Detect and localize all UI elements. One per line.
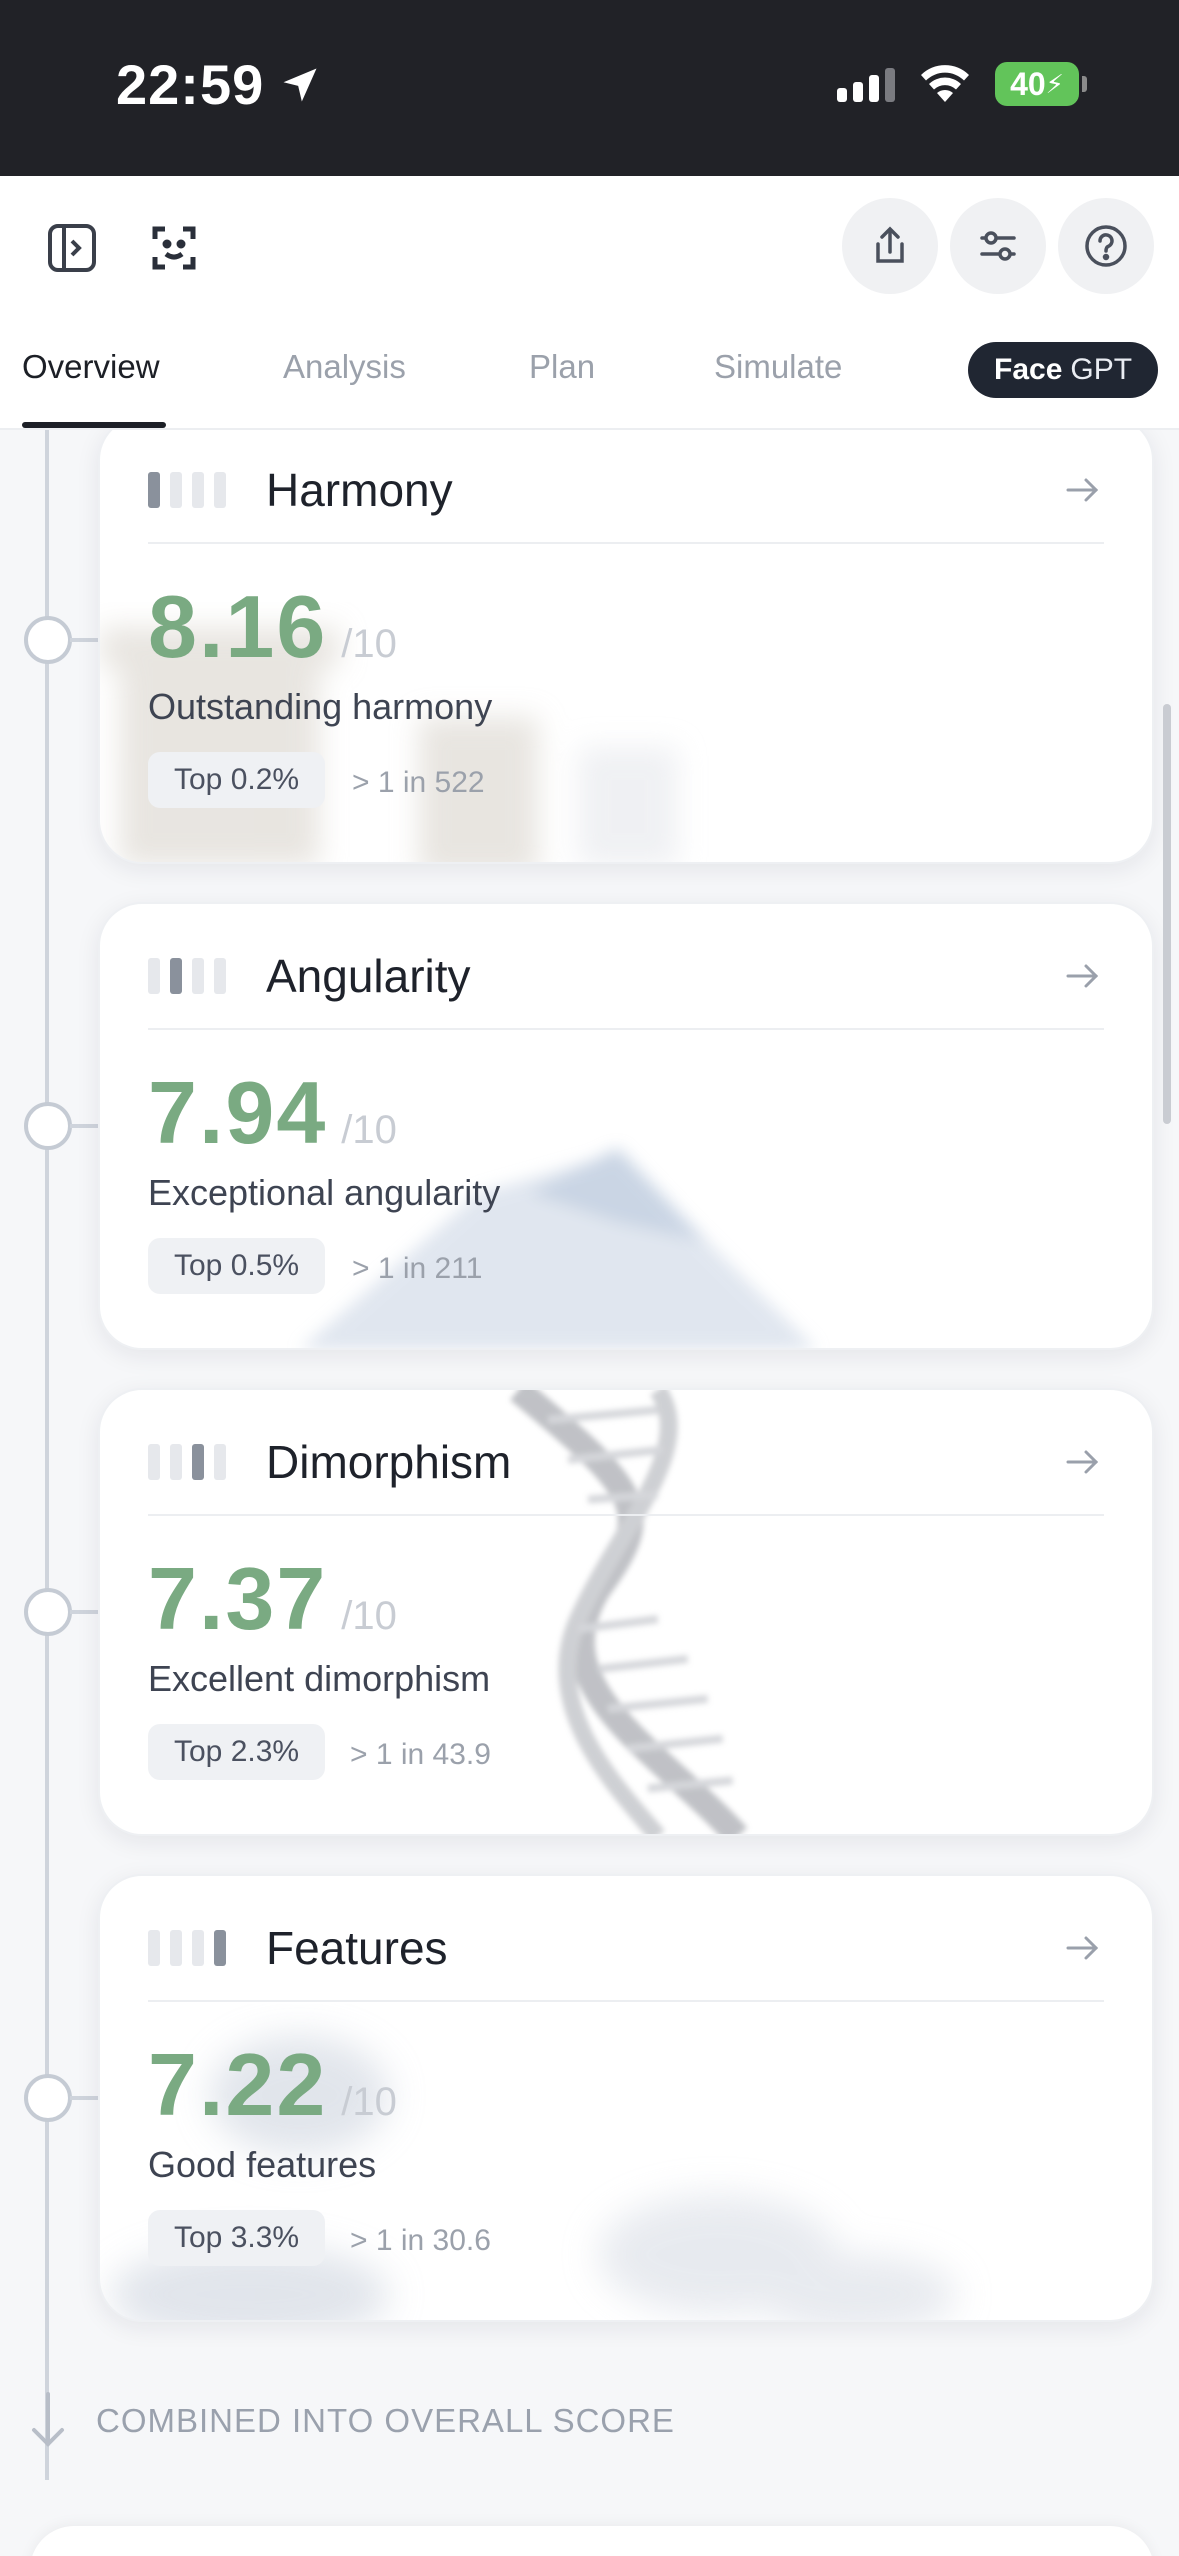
card-header: Features — [148, 1908, 1104, 1988]
share-icon — [876, 226, 904, 263]
percentile-badge: Top 2.3% — [148, 1724, 326, 1780]
arrow-right-icon[interactable] — [1060, 1440, 1104, 1484]
timeline-node — [24, 1102, 72, 1150]
status-bar: 22:59 40 ⚡ — [0, 0, 1179, 176]
percentile-badge: Top 0.5% — [148, 1238, 326, 1294]
harmony-card[interactable]: Harmony 8.16 /10 Outstanding harmony Top… — [98, 430, 1154, 864]
level-indicator-icon — [148, 958, 226, 994]
timeline-node — [24, 1588, 72, 1636]
arrow-down-icon — [32, 2392, 64, 2447]
overall-score-card[interactable] — [30, 2526, 1154, 2556]
score-description: Excellent dimorphism — [148, 1658, 491, 1699]
timeline-line — [45, 430, 49, 2480]
divider — [148, 1514, 1104, 1516]
score: 8.16 /10 — [148, 576, 397, 678]
tab-bar: Overview Analysis Plan Simulate Face GPT — [0, 306, 1179, 430]
filter-settings-button[interactable] — [950, 198, 1046, 294]
divider — [148, 542, 1104, 544]
card-header: Dimorphism — [148, 1422, 1104, 1502]
sliders-icon — [980, 231, 1016, 261]
tab-analysis[interactable]: Analysis — [283, 348, 406, 386]
arrow-right-icon[interactable] — [1060, 954, 1104, 998]
card-header: Harmony — [148, 450, 1104, 530]
level-indicator-icon — [148, 1930, 226, 1966]
location-arrow-icon — [283, 68, 317, 101]
face-scan-icon[interactable] — [142, 216, 206, 280]
score-max: /10 — [341, 622, 397, 666]
divider — [148, 2000, 1104, 2002]
card-title: Dimorphism — [266, 1436, 512, 1488]
arrow-right-icon[interactable] — [1060, 1926, 1104, 1970]
share-button[interactable] — [842, 198, 938, 294]
level-indicator-icon — [148, 1444, 226, 1480]
timeline-connector — [70, 2096, 98, 2100]
battery-level: 40 — [1010, 65, 1046, 102]
sidebar-toggle-icon[interactable] — [40, 216, 104, 280]
top-toolbar — [0, 176, 1179, 306]
timeline-connector — [70, 638, 98, 642]
scrollbar[interactable] — [1163, 704, 1171, 1124]
time-text: 22:59 — [116, 53, 265, 116]
percentile-badge: Top 0.2% — [148, 752, 326, 808]
score-description: Exceptional angularity — [148, 1172, 501, 1213]
level-indicator-icon — [148, 472, 226, 508]
rarity-text: > 1 in 30.6 — [350, 2224, 491, 2257]
facegpt-button[interactable]: Face GPT — [968, 342, 1159, 398]
status-time: 22:59 — [116, 52, 322, 117]
features-card[interactable]: Features 7.22 /10 Good features Top 3.3%… — [98, 1874, 1154, 2322]
score-description: Outstanding harmony — [148, 686, 493, 727]
score-max: /10 — [341, 1594, 397, 1638]
help-button[interactable] — [1058, 198, 1154, 294]
rarity-text: > 1 in 522 — [352, 766, 485, 799]
status-indicators: 40 ⚡ — [837, 62, 1087, 106]
timeline-node — [24, 2074, 72, 2122]
score-value: 7.37 — [148, 1549, 328, 1648]
wifi-icon — [921, 65, 969, 102]
card-header: Angularity — [148, 936, 1104, 1016]
cellular-signal-icon — [837, 66, 895, 102]
facegpt-label-light: GPT — [1070, 353, 1133, 386]
score: 7.37 /10 — [148, 1548, 397, 1650]
help-icon — [1085, 225, 1127, 267]
timeline-connector — [70, 1610, 98, 1614]
score: 7.94 /10 — [148, 1062, 397, 1164]
score-description: Good features — [148, 2144, 377, 2185]
overview-content[interactable]: Harmony 8.16 /10 Outstanding harmony Top… — [0, 430, 1179, 2556]
tab-plan[interactable]: Plan — [529, 348, 595, 386]
tab-overview[interactable]: Overview — [22, 348, 160, 386]
score: 7.22 /10 — [148, 2034, 397, 2136]
active-tab-indicator — [22, 422, 166, 428]
percentile-badge: Top 3.3% — [148, 2210, 326, 2266]
score-value: 7.22 — [148, 2035, 328, 2134]
arrow-right-icon[interactable] — [1060, 468, 1104, 512]
timeline-connector — [70, 1124, 98, 1128]
rarity-text: > 1 in 43.9 — [350, 1738, 491, 1771]
dimorphism-card[interactable]: Dimorphism 7.37 /10 Excellent dimorphism… — [98, 1388, 1154, 1836]
divider — [148, 1028, 1104, 1030]
score-max: /10 — [341, 2080, 397, 2124]
score-max: /10 — [341, 1108, 397, 1152]
score-value: 8.16 — [148, 577, 328, 676]
battery-icon: 40 ⚡ — [995, 62, 1087, 106]
angularity-card[interactable]: Angularity 7.94 /10 Exceptional angulari… — [98, 902, 1154, 1350]
card-title: Features — [266, 1922, 448, 1974]
card-title: Harmony — [266, 464, 453, 516]
facegpt-label-bold: Face — [994, 353, 1063, 386]
combined-score-label: COMBINED INTO OVERALL SCORE — [96, 2402, 675, 2439]
timeline-node — [24, 616, 72, 664]
score-value: 7.94 — [148, 1063, 328, 1162]
card-title: Angularity — [266, 950, 471, 1002]
tab-simulate[interactable]: Simulate — [714, 348, 842, 386]
rarity-text: > 1 in 211 — [352, 1252, 483, 1285]
